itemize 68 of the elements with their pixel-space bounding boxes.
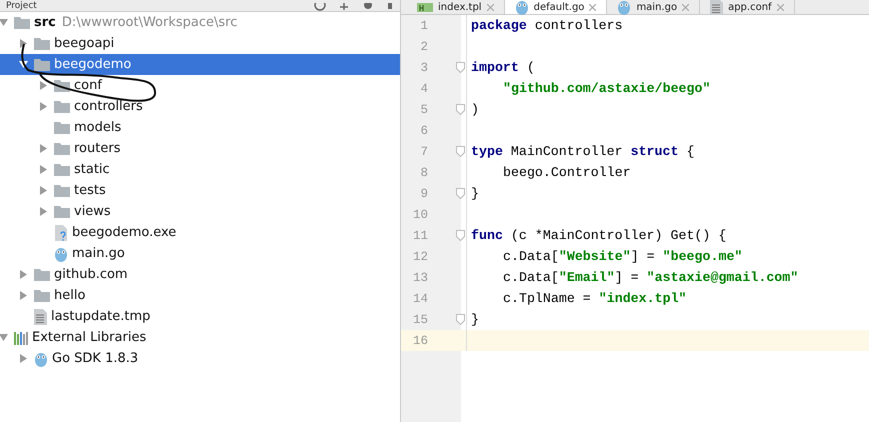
tree-item-label: controllers (74, 99, 143, 114)
code-line: beego.Controller (502, 165, 631, 180)
line-number: 8 (419, 166, 428, 180)
tree-item[interactable]: static (0, 159, 400, 180)
line-number: 6 (419, 124, 428, 138)
editor-tab[interactable]: app.conf (700, 0, 795, 14)
tree-item[interactable]: views (0, 201, 400, 222)
tree-item[interactable]: controllers (0, 96, 400, 117)
tree-item[interactable]: models (0, 117, 400, 138)
tree-item[interactable]: lastupdate.tmp (0, 306, 400, 327)
editor-tab[interactable]: main.go (607, 0, 700, 14)
tree-item-label: External Libraries (32, 330, 146, 345)
line-number: 14 (412, 292, 428, 306)
tree-item-label: hello (54, 288, 86, 303)
code-line: func (c *MainController) Get() { (470, 228, 726, 243)
line-number: 12 (412, 250, 428, 264)
code-line: c.TplName = "index.tpl" (502, 291, 687, 306)
tree-item-label: src (34, 15, 56, 30)
tree-item-label: views (74, 204, 111, 219)
line-number: 2 (419, 40, 428, 54)
line-number: 3 (419, 60, 428, 74)
tree-item[interactable]: main.go (0, 243, 400, 264)
tree-item-label: static (74, 162, 110, 177)
tree-item-label: beegodemo.exe (72, 225, 176, 240)
tree-item[interactable]: External Libraries (0, 327, 400, 348)
code-line: type MainController struct { (470, 144, 694, 159)
code-line: } (470, 186, 479, 201)
line-number: 7 (419, 144, 428, 158)
line-number: 10 (412, 208, 428, 222)
line-number: 13 (412, 270, 428, 284)
code-line: } (470, 312, 479, 327)
editor-tab[interactable]: index.tpl (407, 0, 505, 14)
tree-item[interactable]: tests (0, 180, 400, 201)
tree-item[interactable]: beegodemo.exe (0, 222, 400, 243)
tree-item-label: lastupdate.tmp (51, 309, 150, 324)
tree-item-label: models (74, 120, 122, 135)
tree-item[interactable]: beegoapi (0, 33, 400, 54)
line-number: 11 (412, 228, 428, 242)
line-number: 4 (419, 82, 428, 96)
line-number: 5 (419, 102, 428, 116)
line-number: 9 (419, 186, 428, 200)
line-number: 15 (412, 312, 428, 326)
tree-item-label: Go SDK 1.8.3 (52, 351, 138, 366)
line-number: 16 (412, 334, 428, 348)
tree-item-label: beegodemo (54, 57, 132, 72)
tree-item[interactable]: conf (0, 75, 400, 96)
tree-item[interactable]: github.com (0, 264, 400, 285)
tree-item[interactable]: beegodemo (0, 54, 400, 75)
tree-item-label: conf (74, 78, 102, 93)
code-line: "github.com/astaxie/beego" (502, 81, 710, 96)
folder-path: D:\wwwroot\Workspace\src (62, 15, 238, 30)
panel-title: Project (6, 1, 37, 11)
code-line: import ( (470, 60, 535, 75)
tree-item-label: github.com (54, 267, 128, 282)
tree-item[interactable]: Go SDK 1.8.3 (0, 348, 400, 369)
tree-item[interactable]: routers (0, 138, 400, 159)
tree-item-label: tests (74, 183, 106, 198)
tree-item[interactable]: hello (0, 285, 400, 306)
code-line: c.Data["Website"] = "beego.me" (502, 249, 742, 264)
code-line: c.Data["Email"] = "astaxie@gmail.com" (502, 270, 798, 285)
code-line: ) (470, 102, 479, 117)
tree-item-label: routers (74, 141, 120, 156)
line-number: 1 (419, 18, 428, 32)
tree-item-label: main.go (72, 246, 125, 261)
tree-item-label: beegoapi (54, 36, 114, 51)
code-line: package controllers (470, 18, 623, 33)
editor-tab[interactable]: default.go (504, 0, 608, 14)
tree-item[interactable]: src D:\wwwroot\Workspace\src (0, 12, 400, 33)
